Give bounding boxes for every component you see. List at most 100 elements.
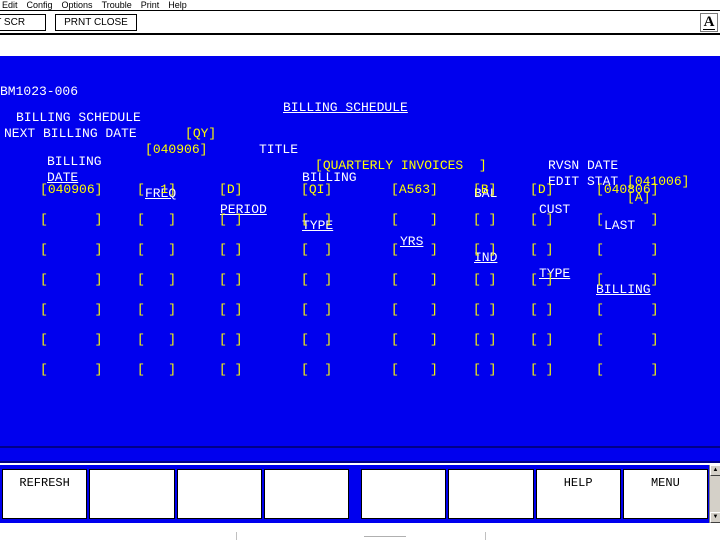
field-yrs[interactable]: [A563] (391, 182, 438, 198)
field-period[interactable]: [ ] (219, 362, 242, 378)
field-bracket-close: ] (545, 272, 554, 287)
table-row: [ ] [ ] [ ] [ ] [ ] [ ] [ ] [ ] (0, 272, 720, 288)
field-cust-type[interactable]: [ ] (530, 272, 553, 288)
field-yrs[interactable]: [ ] (391, 272, 438, 288)
field-bracket-close: ] (488, 212, 497, 227)
field-billing-type[interactable]: [QI] (301, 182, 332, 198)
field-billing-type[interactable]: [ ] (301, 362, 332, 378)
function-key-1[interactable]: REFRESH (2, 469, 88, 519)
field-cust-type[interactable]: [ ] (530, 302, 553, 318)
field-yrs[interactable]: [ ] (391, 332, 438, 348)
menu-item-help[interactable]: Help (168, 0, 187, 10)
menu-item-edit[interactable]: Edit (2, 0, 18, 10)
field-last-billing[interactable]: [040806] (596, 182, 658, 198)
field-value-billing-date (48, 212, 95, 227)
field-last-billing[interactable]: [ ] (596, 332, 658, 348)
field-period[interactable]: [D] (219, 182, 242, 198)
scroll-down-arrow-icon[interactable]: ▼ (710, 512, 720, 523)
field-last-billing[interactable]: [ ] (596, 242, 658, 258)
status-line: 9005:INQUIRY complete (0, 446, 720, 479)
field-last-billing[interactable]: [ ] (596, 362, 658, 378)
field-value-bal-ind (481, 272, 489, 287)
field-value-billing-date (48, 242, 95, 257)
menu-item-options[interactable]: Options (62, 0, 93, 10)
field-yrs[interactable]: [ ] (391, 242, 438, 258)
field-billing-type[interactable]: [ ] (301, 272, 332, 288)
field-bracket-close: ] (650, 272, 659, 287)
field-bracket-close: ] (430, 362, 438, 377)
field-billing-type[interactable]: [ ] (301, 242, 332, 258)
field-bracket-close: ] (430, 272, 438, 287)
function-key-2[interactable] (89, 469, 175, 519)
function-key-4[interactable] (263, 469, 349, 519)
menu-item-config[interactable]: Config (27, 0, 53, 10)
menu-item-print[interactable]: Print (141, 0, 160, 10)
field-bracket-open: [ (40, 242, 48, 257)
field-period[interactable]: [ ] (219, 272, 242, 288)
field-bal-ind[interactable]: [ ] (473, 362, 496, 378)
field-bracket-open: [ (137, 182, 145, 197)
field-bal-ind[interactable]: [ ] (473, 272, 496, 288)
field-value-yrs (399, 272, 430, 287)
field-bal-ind[interactable]: [ ] (473, 302, 496, 318)
function-key-8[interactable]: MENU (622, 469, 708, 519)
field-yrs[interactable]: [ ] (391, 302, 438, 318)
function-key-7[interactable]: HELP (535, 469, 621, 519)
field-bal-ind[interactable]: [ ] (473, 332, 496, 348)
field-last-billing[interactable]: [ ] (596, 272, 658, 288)
field-value-period (227, 332, 235, 347)
field-billing-date[interactable]: [ ] (40, 302, 102, 318)
field-value-period (227, 272, 235, 287)
field-cust-type[interactable]: [D] (530, 182, 553, 198)
field-period[interactable]: [ ] (219, 332, 242, 348)
field-period[interactable]: [ ] (219, 302, 242, 318)
field-value-freq (145, 272, 168, 287)
field-freq[interactable]: [ ] (137, 302, 176, 318)
field-bracket-open: [ (301, 242, 309, 257)
field-billing-date[interactable]: [ ] (40, 242, 102, 258)
field-bal-ind[interactable]: [B] (473, 182, 496, 198)
field-last-billing[interactable]: [ ] (596, 302, 658, 318)
field-freq[interactable]: [ ] (137, 362, 176, 378)
field-bal-ind[interactable]: [ ] (473, 212, 496, 228)
field-cust-type[interactable]: [ ] (530, 212, 553, 228)
field-freq[interactable]: [ 1] (137, 182, 176, 198)
field-billing-type[interactable]: [ ] (301, 212, 332, 228)
terminal-screen[interactable]: BM1023-006 BILLING SCHEDULE BILLING SCHE… (0, 56, 720, 460)
field-billing-date[interactable]: [ ] (40, 362, 102, 378)
field-billing-type[interactable]: [ ] (301, 302, 332, 318)
field-period[interactable]: [ ] (219, 242, 242, 258)
field-freq[interactable]: [ ] (137, 272, 176, 288)
field-billing-date[interactable]: [ ] (40, 332, 102, 348)
field-billing-date[interactable]: [040906] (40, 182, 102, 198)
field-value-yrs (399, 212, 430, 227)
field-freq[interactable]: [ ] (137, 332, 176, 348)
field-value-cust-type (538, 332, 546, 347)
field-value-period (227, 242, 235, 257)
scroll-up-arrow-icon[interactable]: ▲ (710, 465, 720, 476)
function-key-6[interactable] (448, 469, 534, 519)
field-freq[interactable]: [ ] (137, 242, 176, 258)
field-freq[interactable]: [ ] (137, 212, 176, 228)
function-key-5[interactable] (361, 469, 447, 519)
field-billing-date[interactable]: [ ] (40, 212, 102, 228)
field-billing-type[interactable]: [ ] (301, 332, 332, 348)
font-icon[interactable]: A (700, 13, 718, 32)
field-period[interactable]: [ ] (219, 212, 242, 228)
field-bracket-close: ] (324, 272, 333, 287)
print-screen-button[interactable]: NT SCR (0, 13, 46, 31)
field-yrs[interactable]: [ ] (391, 212, 438, 228)
field-yrs[interactable]: [ ] (391, 362, 438, 378)
function-key-3[interactable] (176, 469, 262, 519)
field-value-billing-type (309, 302, 325, 317)
print-close-button[interactable]: PRNT CLOSE (55, 13, 137, 31)
field-cust-type[interactable]: [ ] (530, 362, 553, 378)
field-cust-type[interactable]: [ ] (530, 332, 553, 348)
field-bracket-open: [ (596, 212, 604, 227)
menu-item-trouble[interactable]: Trouble (102, 0, 132, 10)
vertical-scrollbar[interactable]: ▲ ▼ (709, 465, 720, 523)
field-billing-date[interactable]: [ ] (40, 272, 102, 288)
field-bal-ind[interactable]: [ ] (473, 242, 496, 258)
field-cust-type[interactable]: [ ] (530, 242, 553, 258)
field-last-billing[interactable]: [ ] (596, 212, 658, 228)
